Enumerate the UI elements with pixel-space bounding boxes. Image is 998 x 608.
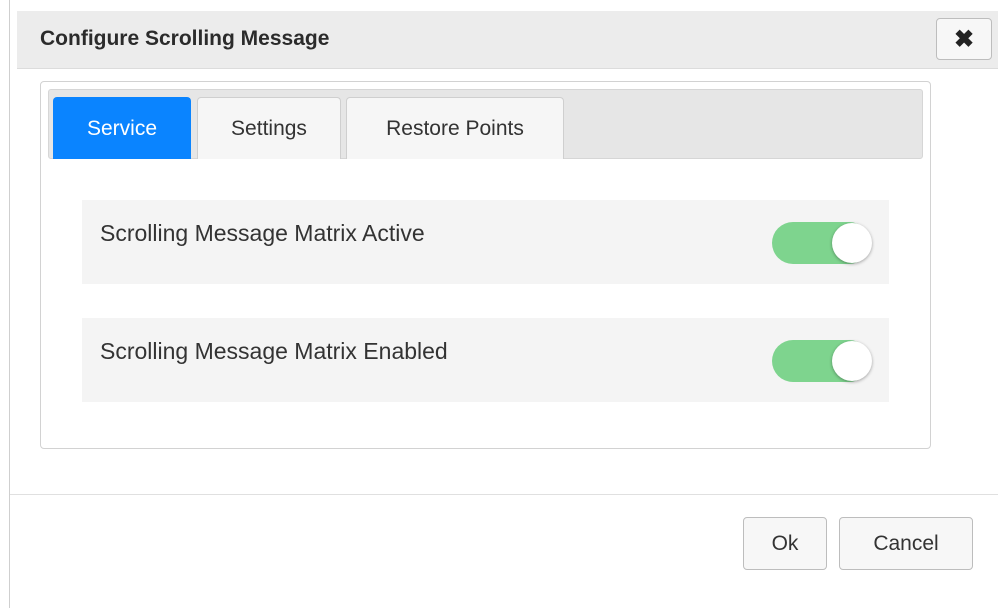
cancel-button[interactable]: Cancel [839, 517, 973, 570]
ok-button[interactable]: Ok [743, 517, 827, 570]
tab-restore-points[interactable]: Restore Points [346, 97, 564, 159]
active-toggle[interactable] [772, 222, 872, 264]
setting-row-active: Scrolling Message Matrix Active [82, 200, 889, 284]
close-icon: ✖ [953, 25, 975, 53]
footer-divider [10, 494, 998, 495]
toggle-knob [832, 341, 872, 381]
tab-service[interactable]: Service [53, 97, 191, 159]
enabled-toggle[interactable] [772, 340, 872, 382]
setting-label-enabled: Scrolling Message Matrix Enabled [100, 338, 448, 364]
dialog-title: Configure Scrolling Message [40, 27, 330, 50]
tab-panel: Service Settings Restore Points Scrollin… [40, 81, 931, 449]
tab-settings[interactable]: Settings [197, 97, 341, 159]
toggle-knob [832, 223, 872, 263]
dialog-header: Configure Scrolling Message ✖ [17, 11, 998, 69]
tab-bar: Service Settings Restore Points [48, 89, 923, 159]
window-left-edge [0, 0, 10, 608]
setting-row-enabled: Scrolling Message Matrix Enabled [82, 318, 889, 402]
setting-label-active: Scrolling Message Matrix Active [100, 220, 425, 246]
configure-dialog: Configure Scrolling Message ✖ Service Se… [10, 0, 998, 608]
close-button[interactable]: ✖ [936, 18, 992, 60]
